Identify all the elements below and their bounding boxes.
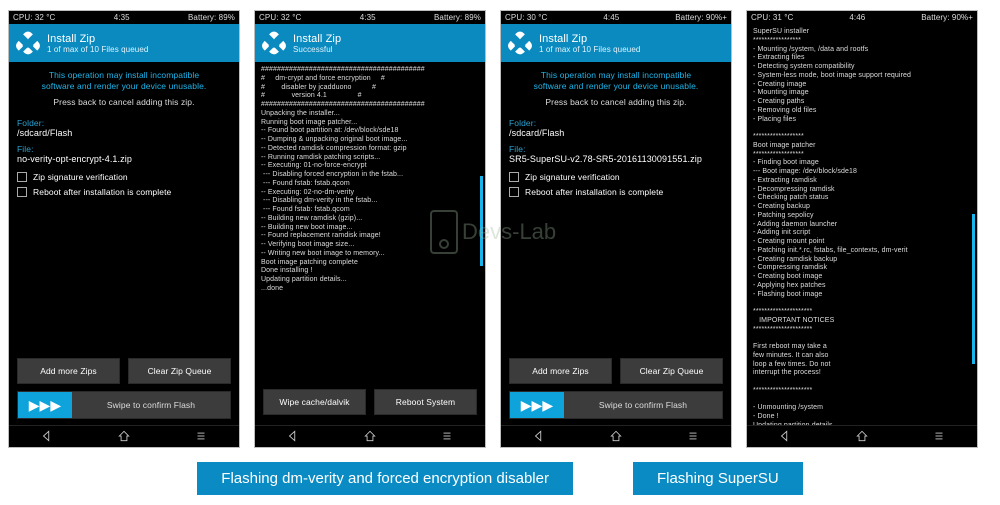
reboot-checkbox[interactable]: Reboot after installation is complete <box>17 187 231 197</box>
android-navbar <box>255 425 485 447</box>
scroll-indicator <box>480 176 483 266</box>
file-label: File: <box>17 144 231 154</box>
folder-label: Folder: <box>17 118 231 128</box>
add-zips-button[interactable]: Add more Zips <box>509 358 612 384</box>
nav-back-icon[interactable] <box>286 429 300 445</box>
status-bar: CPU: 31 °C4:46Battery: 90%+ <box>747 11 977 24</box>
swipe-slider[interactable]: ▶▶▶Swipe to confirm Flash <box>509 391 723 419</box>
title: Install Zip <box>47 33 148 45</box>
twrp-logo-icon <box>507 30 533 56</box>
checkbox-icon <box>17 172 27 182</box>
android-navbar <box>9 425 239 447</box>
reboot-button[interactable]: Reboot System <box>374 389 477 415</box>
checkbox-icon <box>509 172 519 182</box>
twrp-logo-icon <box>261 30 287 56</box>
title: Install Zip <box>293 33 341 45</box>
main-panel: This operation may install incompatible … <box>501 62 731 425</box>
checkbox-icon <box>17 187 27 197</box>
folder-label: Folder: <box>509 118 723 128</box>
folder-value: /sdcard/Flash <box>509 128 723 138</box>
terminal-output: ########################################… <box>255 62 485 385</box>
nav-recent-icon[interactable] <box>686 429 700 445</box>
phone-1: CPU: 32 °C4:35Battery: 89%Install ZipSuc… <box>254 10 486 448</box>
caption-left: Flashing dm-verity and forced encryption… <box>197 462 573 495</box>
reboot-checkbox[interactable]: Reboot after installation is complete <box>509 187 723 197</box>
title-bar: Install Zip1 of max of 10 Files queued <box>9 24 239 62</box>
nav-recent-icon[interactable] <box>932 429 946 445</box>
folder-value: /sdcard/Flash <box>17 128 231 138</box>
checkbox-icon <box>509 187 519 197</box>
phone-3: CPU: 31 °C4:46Battery: 90%+SuperSU insta… <box>746 10 978 448</box>
terminal-output: SuperSU installer ***************** - Mo… <box>747 24 977 425</box>
zip-verify-checkbox[interactable]: Zip signature verification <box>509 172 723 182</box>
status-bar: CPU: 30 °C4:45Battery: 90%+ <box>501 11 731 24</box>
nav-home-icon[interactable] <box>855 429 869 445</box>
clear-queue-button[interactable]: Clear Zip Queue <box>128 358 231 384</box>
file-label: File: <box>509 144 723 154</box>
nav-home-icon[interactable] <box>117 429 131 445</box>
phone-2: CPU: 30 °C4:45Battery: 90%+Install Zip1 … <box>500 10 732 448</box>
nav-recent-icon[interactable] <box>440 429 454 445</box>
caption-right: Flashing SuperSU <box>633 462 803 495</box>
wipe-button[interactable]: Wipe cache/dalvik <box>263 389 366 415</box>
title-bar: Install ZipSuccessful <box>255 24 485 62</box>
arrows-icon: ▶▶▶ <box>18 392 72 418</box>
file-value: SR5-SuperSU-v2.78-SR5-20161130091551.zip <box>509 154 723 164</box>
scroll-indicator <box>972 214 975 364</box>
nav-home-icon[interactable] <box>363 429 377 445</box>
clear-queue-button[interactable]: Clear Zip Queue <box>620 358 723 384</box>
zip-verify-checkbox[interactable]: Zip signature verification <box>17 172 231 182</box>
file-value: no-verity-opt-encrypt-4.1.zip <box>17 154 231 164</box>
cancel-hint: Press back to cancel adding this zip. <box>509 97 723 107</box>
nav-back-icon[interactable] <box>778 429 792 445</box>
add-zips-button[interactable]: Add more Zips <box>17 358 120 384</box>
nav-home-icon[interactable] <box>609 429 623 445</box>
main-panel: This operation may install incompatible … <box>9 62 239 425</box>
nav-back-icon[interactable] <box>40 429 54 445</box>
warning-text: This operation may install incompatible … <box>513 70 719 93</box>
title-bar: Install Zip1 of max of 10 Files queued <box>501 24 731 62</box>
status-bar: CPU: 32 °C4:35Battery: 89% <box>255 11 485 24</box>
status-bar: CPU: 32 °C4:35Battery: 89% <box>9 11 239 24</box>
arrows-icon: ▶▶▶ <box>510 392 564 418</box>
cancel-hint: Press back to cancel adding this zip. <box>17 97 231 107</box>
subtitle: Successful <box>293 45 341 54</box>
subtitle: 1 of max of 10 Files queued <box>539 45 640 54</box>
android-navbar <box>747 425 977 447</box>
warning-text: This operation may install incompatible … <box>21 70 227 93</box>
twrp-logo-icon <box>15 30 41 56</box>
subtitle: 1 of max of 10 Files queued <box>47 45 148 54</box>
title: Install Zip <box>539 33 640 45</box>
android-navbar <box>501 425 731 447</box>
swipe-slider[interactable]: ▶▶▶Swipe to confirm Flash <box>17 391 231 419</box>
nav-back-icon[interactable] <box>532 429 546 445</box>
nav-recent-icon[interactable] <box>194 429 208 445</box>
phone-0: CPU: 32 °C4:35Battery: 89%Install Zip1 o… <box>8 10 240 448</box>
